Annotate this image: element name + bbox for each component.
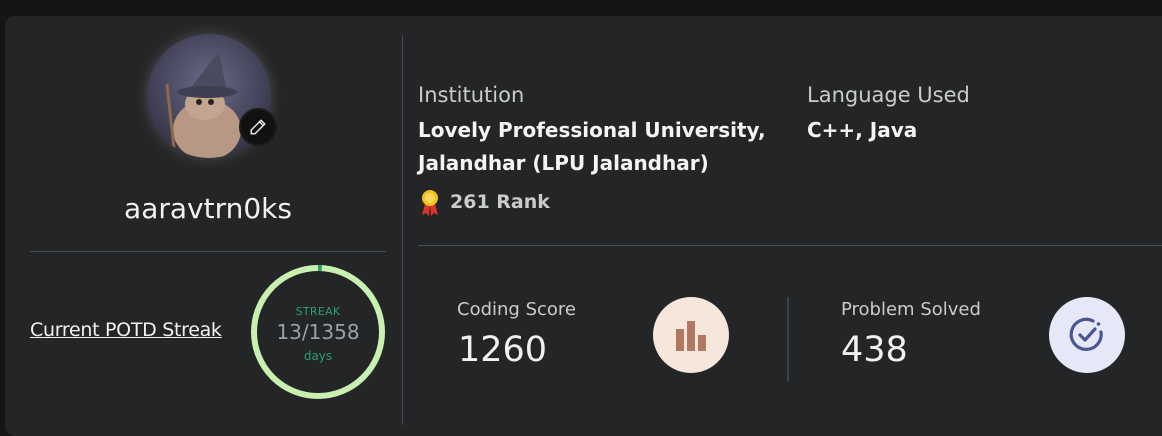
problems-solved-value: 438 (841, 330, 908, 370)
institution-label: Institution (418, 83, 525, 107)
potd-streak-link[interactable]: Current POTD Streak (30, 319, 222, 341)
avatar-container (147, 34, 277, 158)
pencil-icon (250, 119, 266, 135)
institution-name-line2: Jalandhar (LPU Jalandhar) (418, 151, 709, 175)
coding-score-badge (653, 297, 729, 373)
coding-score-value: 1260 (458, 330, 548, 370)
profile-card: aaravtrn0ks Current POTD Streak STREAK 1… (5, 16, 1162, 436)
username: aaravtrn0ks (124, 192, 292, 225)
edit-avatar-button[interactable] (239, 108, 277, 146)
streak-ring: STREAK 13/1358 days (249, 263, 387, 401)
column-divider (402, 35, 403, 425)
medal-icon (422, 190, 438, 216)
bar-chart-icon (676, 321, 706, 351)
coding-score-label: Coding Score (457, 299, 576, 320)
left-divider (30, 251, 386, 252)
streak-info: STREAK 13/1358 days (249, 263, 387, 401)
language-value: C++, Java (807, 118, 918, 142)
streak-unit: days (303, 349, 333, 363)
problems-solved-label: Problem Solved (841, 299, 981, 320)
streak-tag: STREAK (295, 305, 341, 318)
rank-value: 261 Rank (450, 191, 550, 213)
rank-row: 261 Rank (418, 188, 550, 216)
right-divider (418, 245, 1162, 246)
check-circle-icon (1069, 317, 1103, 351)
problems-solved-badge (1049, 297, 1125, 373)
language-label: Language Used (807, 83, 970, 107)
streak-count: 13/1358 (276, 320, 360, 344)
institution-name-line1: Lovely Professional University, (418, 118, 766, 142)
stats-divider (787, 297, 789, 382)
